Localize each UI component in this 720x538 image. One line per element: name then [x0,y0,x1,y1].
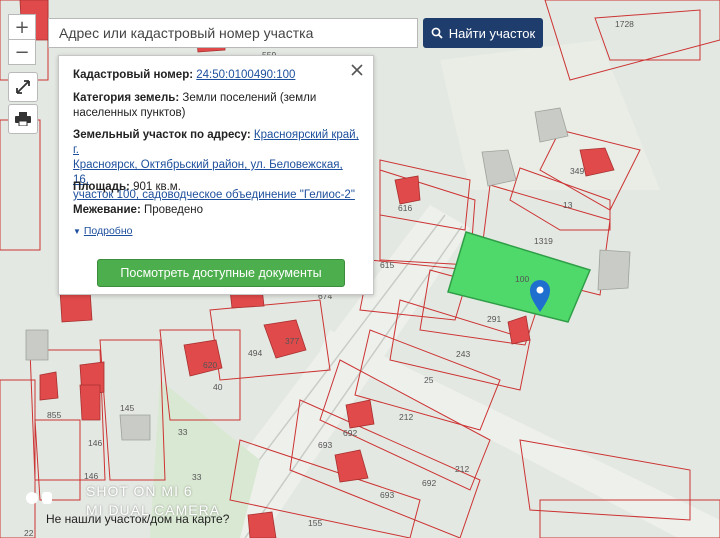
svg-text:243: 243 [456,349,470,359]
svg-text:25: 25 [424,375,434,385]
printer-icon [15,112,31,126]
svg-text:494: 494 [248,348,262,358]
svg-text:33: 33 [178,427,188,437]
category-row: Категория земель: Земли поселений (земли… [73,91,359,121]
zoom-in-button[interactable]: + [8,14,36,40]
svg-text:146: 146 [84,471,98,481]
zoom-out-button[interactable]: − [8,39,36,65]
more-details-toggle[interactable]: ▼ Подробно [73,224,359,239]
svg-text:40: 40 [213,382,223,392]
cadastral-row: Кадастровый номер: 24:50:0100490:100 [73,68,359,83]
svg-text:33: 33 [192,472,202,482]
area-value: 901 кв.м. [133,181,181,193]
area-row: Площадь: 901 кв.м. [73,180,359,195]
category-value-cont: населенных пунктов) [73,107,186,119]
svg-text:212: 212 [455,464,469,474]
svg-text:855: 855 [47,410,61,420]
svg-text:349: 349 [570,166,584,176]
svg-text:616: 616 [398,203,412,213]
survey-label: Межевание: [73,204,141,216]
survey-row: Межевание: Проведено [73,203,359,218]
svg-text:146: 146 [88,438,102,448]
svg-text:145: 145 [120,403,134,413]
svg-text:615: 615 [380,260,394,270]
category-value: Земли поселений (земли [182,92,317,104]
area-label: Площадь: [73,181,130,193]
fullscreen-button[interactable] [8,72,38,102]
svg-text:692: 692 [422,478,436,488]
find-parcel-button[interactable]: Найти участок [423,18,543,48]
caret-down-icon: ▼ [73,227,81,236]
more-details-link[interactable]: Подробно [84,225,133,237]
svg-text:693: 693 [318,440,332,450]
svg-text:692: 692 [343,428,357,438]
address-label: Земельный участок по адресу: [73,129,251,141]
svg-text:291: 291 [487,314,501,324]
view-documents-button[interactable]: Посмотреть доступные документы [97,259,345,287]
svg-text:100: 100 [515,274,529,284]
svg-text:1728: 1728 [615,19,634,29]
svg-text:1319: 1319 [534,236,553,246]
survey-value: Проведено [143,204,204,216]
camera-watermark: SHOT ON MI 6 MI DUAL CAMERA [86,482,220,520]
svg-text:212: 212 [399,412,413,422]
svg-text:620: 620 [203,360,217,370]
svg-text:22: 22 [24,528,34,538]
cadastral-label: Кадастровый номер: [73,69,194,81]
print-button[interactable] [8,104,38,134]
parcel-info-popup: Кадастровый номер: 24:50:0100490:100 Кат… [58,55,374,295]
svg-text:693: 693 [380,490,394,500]
search-icon [431,27,443,39]
dual-camera-icon [26,492,52,504]
cadastral-number-link[interactable]: 24:50:0100490:100 [196,69,295,81]
find-parcel-label: Найти участок [448,25,536,41]
svg-text:155: 155 [308,518,322,528]
expand-icon [16,80,30,94]
watermark-line1: SHOT ON MI 6 [86,483,193,499]
category-label: Категория земель: [73,92,180,104]
svg-text:13: 13 [563,200,573,210]
search-input[interactable] [48,18,418,48]
watermark-line2: MI DUAL CAMERA [86,502,221,518]
svg-text:377: 377 [285,336,299,346]
